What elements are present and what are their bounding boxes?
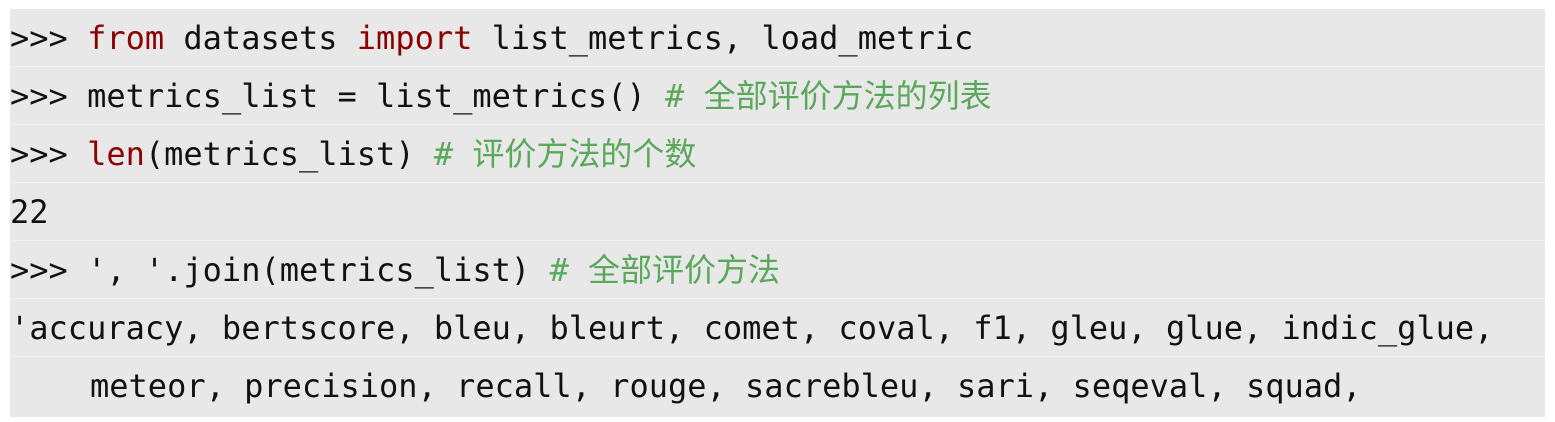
prompt: >>> (10, 77, 88, 115)
comment-hash: # (433, 135, 473, 173)
comment-hash: # (665, 77, 704, 115)
code-line-3: >>> len(metrics_list) # 评价方法的个数 (10, 125, 1545, 183)
code-line-2: >>> metrics_list = list_metrics() # 全部评价… (10, 67, 1545, 125)
comment-text: 评价方法的个数 (472, 135, 697, 173)
keyword-from: from (87, 19, 165, 57)
output-line-2: 'accuracy, bertscore, bleu, bleurt, come… (10, 299, 1545, 357)
prompt: >>> (10, 135, 88, 173)
code-line-1: >>> from datasets import list_metrics, l… (10, 9, 1545, 67)
code-text: metrics_list = list_metrics() (87, 77, 666, 115)
code-text: ', '.join(metrics_list) (87, 251, 550, 289)
imported-names: list_metrics, load_metric (472, 19, 974, 57)
builtin-len: len (87, 135, 145, 173)
comment-text: 全部评价方法 (587, 251, 780, 289)
output-text: 22 (10, 193, 49, 231)
code-text: (metrics_list) (144, 135, 434, 173)
module-name: datasets (164, 19, 357, 57)
code-line-4: >>> ', '.join(metrics_list) # 全部评价方法 (10, 241, 1545, 299)
output-line-1: 22 (10, 183, 1545, 241)
comment-text: 全部评价方法的列表 (703, 77, 992, 115)
prompt: >>> (10, 251, 88, 289)
prompt: >>> (10, 19, 88, 57)
output-line-3: meteor, precision, recall, rouge, sacreb… (10, 357, 1545, 415)
output-text: meteor, precision, recall, rouge, sacreb… (90, 367, 1362, 405)
comment-hash: # (549, 251, 588, 289)
code-block: >>> from datasets import list_metrics, l… (10, 9, 1545, 417)
keyword-import: import (356, 19, 473, 57)
output-text: 'accuracy, bertscore, bleu, bleurt, come… (10, 309, 1494, 347)
